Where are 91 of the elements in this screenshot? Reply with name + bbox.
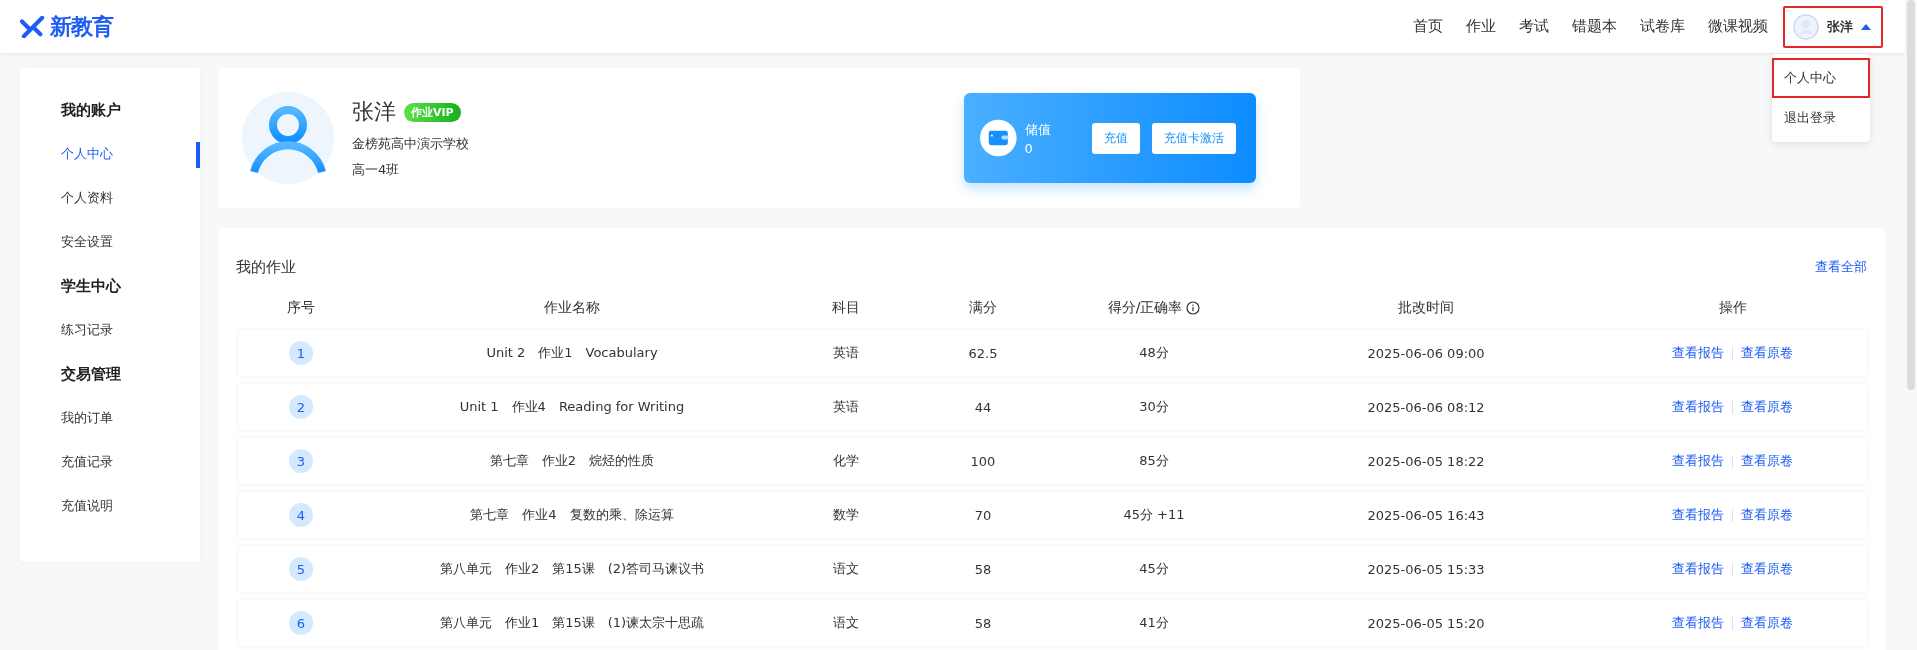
table-cell: 58: [974, 561, 992, 577]
table-cell: 45分: [1139, 560, 1169, 578]
table-cell: 30分: [1139, 398, 1169, 416]
nav-link[interactable]: 错题本: [1572, 17, 1617, 36]
action-link[interactable]: 查看原卷: [1741, 506, 1793, 524]
sidebar-item[interactable]: 充值说明: [61, 484, 200, 528]
row-number-badge: 1: [289, 341, 313, 365]
recharge-button[interactable]: 充值: [1092, 122, 1140, 154]
action-link[interactable]: 查看报告: [1672, 614, 1724, 632]
column-header: 科目: [832, 299, 860, 317]
table-cell: 2025-06-06 09:00: [1367, 345, 1485, 361]
recharge-button[interactable]: 充值卡激活: [1152, 122, 1236, 154]
sidebar-item[interactable]: 个人中心: [61, 132, 200, 176]
column-header: 批改时间: [1398, 299, 1454, 317]
sidebar-item[interactable]: 练习记录: [61, 308, 200, 352]
sidebar-item[interactable]: 安全设置: [61, 220, 200, 264]
column-header: 作业名称: [544, 299, 600, 317]
logo-text: 新教育: [50, 12, 113, 41]
table-cell: 45分 +11: [1123, 506, 1185, 524]
table-cell: 85分: [1139, 452, 1169, 470]
table-cell: 语文: [833, 560, 859, 578]
table-cell: 化学: [833, 452, 859, 470]
class-name: 高一4班: [352, 161, 401, 179]
vip-badge: 作业VIP: [404, 102, 461, 122]
table-cell: 48分: [1139, 344, 1169, 362]
action-link[interactable]: 查看原卷: [1741, 560, 1793, 578]
row-number-badge: 4: [289, 503, 313, 527]
table-cell: 2025-06-06 08:12: [1367, 399, 1485, 415]
info-icon: [1186, 301, 1201, 315]
table-cell: 58: [974, 615, 992, 631]
table-cell: 第七章 作业4 复数的乘、除运算: [470, 506, 674, 524]
row-number-badge: 5: [289, 557, 313, 581]
table-cell: 2025-06-05 15:20: [1367, 615, 1485, 631]
balance-label: 储值: [1024, 120, 1052, 139]
column-header: 得分/正确率: [1107, 299, 1183, 317]
row-number-badge: 3: [289, 449, 313, 473]
table-cell: 62.5: [968, 345, 998, 361]
table-cell: 语文: [833, 614, 859, 632]
action-link[interactable]: 查看报告: [1672, 506, 1724, 524]
nav-link[interactable]: 作业: [1466, 17, 1496, 36]
avatar-icon: [1793, 13, 1819, 40]
menu-item[interactable]: 退出登录: [1772, 98, 1870, 138]
table-cell: Unit 1 作业4 Reading for Writing: [459, 398, 685, 416]
nav-link[interactable]: 考试: [1519, 17, 1549, 36]
column-header: 序号: [287, 299, 315, 317]
user-name: 张洋: [352, 98, 396, 126]
table-cell: 100: [970, 453, 996, 469]
table-cell: 英语: [833, 398, 859, 416]
action-link[interactable]: 查看原卷: [1741, 614, 1793, 632]
action-link[interactable]: 查看原卷: [1741, 452, 1793, 470]
table-cell: Unit 2 作业1 Vocabulary: [486, 344, 658, 362]
nav-link[interactable]: 试卷库: [1640, 17, 1685, 36]
caret-icon: [1861, 23, 1871, 30]
avatar-icon: [242, 92, 334, 184]
sidebar-section-title: 交易管理: [61, 364, 122, 385]
scrollbar-thumb[interactable]: [1907, 0, 1915, 390]
sidebar-item[interactable]: 充值记录: [61, 440, 200, 484]
row-number-badge: 2: [289, 395, 313, 419]
action-link[interactable]: 查看原卷: [1741, 344, 1793, 362]
table-cell: 第八单元 作业1 第15课 (1)谏太宗十思疏: [439, 614, 705, 632]
school-name: 金榜苑高中演示学校: [352, 135, 470, 153]
action-link[interactable]: 查看报告: [1672, 560, 1724, 578]
balance-value: 0: [1024, 140, 1034, 156]
table-cell: 41分: [1139, 614, 1169, 632]
menu-item[interactable]: 个人中心: [1772, 58, 1870, 98]
action-link[interactable]: 查看报告: [1672, 452, 1724, 470]
action-link[interactable]: 查看报告: [1672, 344, 1724, 362]
user-menu-button[interactable]: 张洋: [1783, 5, 1883, 48]
action-link[interactable]: 查看报告: [1672, 398, 1724, 416]
sidebar-item[interactable]: 我的订单: [61, 396, 200, 440]
view-all-link[interactable]: 查看全部: [1815, 258, 1867, 276]
sidebar-item[interactable]: 个人资料: [61, 176, 200, 220]
sidebar-section-title: 学生中心: [61, 276, 122, 297]
row-number-badge: 6: [289, 611, 313, 635]
sidebar-section-title: 我的账户: [61, 100, 122, 121]
table-cell: 70: [974, 507, 992, 523]
column-header: 操作: [1718, 299, 1747, 317]
table-cell: 2025-06-05 16:43: [1367, 507, 1485, 523]
nav-link[interactable]: 微课视频: [1708, 17, 1768, 36]
table-cell: 英语: [833, 344, 859, 362]
table-cell: 2025-06-05 15:33: [1367, 561, 1485, 577]
table-cell: 2025-06-05 18:22: [1367, 453, 1485, 469]
nav-link[interactable]: 首页: [1413, 17, 1443, 36]
table-cell: 第八单元 作业2 第15课 (2)答司马谏议书: [439, 560, 705, 578]
logo-icon: [20, 15, 46, 38]
column-header: 满分: [969, 299, 997, 317]
table-cell: 第七章 作业2 烷烃的性质: [489, 452, 655, 470]
action-link[interactable]: 查看原卷: [1741, 398, 1793, 416]
section-title: 我的作业: [236, 257, 296, 277]
table-cell: 数学: [833, 506, 859, 524]
table-cell: 44: [974, 399, 992, 415]
